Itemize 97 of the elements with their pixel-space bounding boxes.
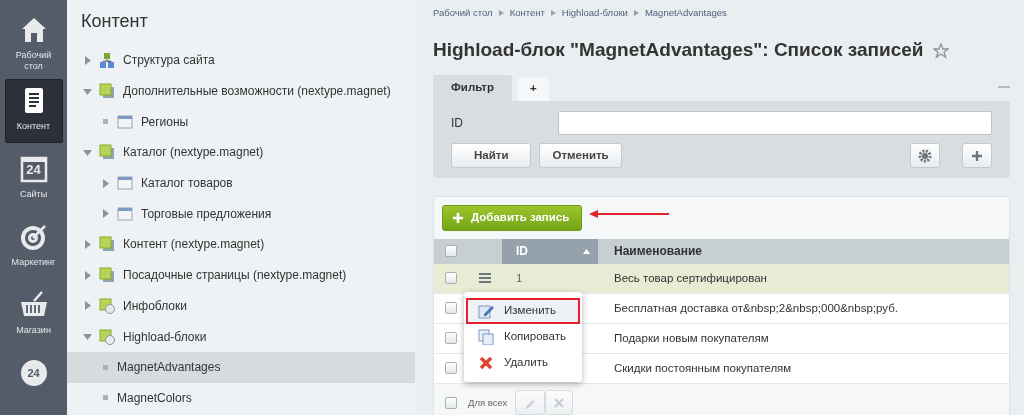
breadcrumb-link[interactable]: Рабочий стол bbox=[433, 6, 493, 21]
settings-button[interactable] bbox=[910, 142, 940, 168]
tree-item[interactable]: Структура сайта bbox=[67, 45, 415, 76]
filter-button[interactable]: Найти bbox=[451, 142, 532, 168]
chevron-icon bbox=[633, 10, 639, 17]
bullet-icon bbox=[101, 362, 110, 372]
nav-item[interactable]: Маркетинг bbox=[4, 215, 63, 279]
tree-item[interactable]: Дополнительные возможности (nextype.magnet) bbox=[67, 75, 415, 107]
tree-item[interactable]: Посадочные страницы (nextype.magnet) bbox=[67, 259, 415, 291]
row-checkbox[interactable] bbox=[445, 332, 457, 345]
menu-item[interactable]: Копировать bbox=[466, 323, 580, 350]
nav-item[interactable]: 24 bbox=[4, 351, 63, 415]
sitemap-icon bbox=[99, 52, 115, 69]
folder-icon bbox=[99, 83, 115, 100]
chevron-icon bbox=[498, 10, 504, 17]
nav-item[interactable]: Контент bbox=[4, 79, 63, 143]
plus-icon bbox=[971, 149, 983, 162]
nav-label: Сайты bbox=[19, 189, 48, 200]
menu-icon bbox=[479, 273, 491, 284]
table-icon bbox=[117, 205, 133, 222]
folder-icon bbox=[99, 267, 115, 284]
sort-arrow-icon bbox=[583, 248, 590, 254]
row-checkbox[interactable] bbox=[445, 302, 457, 315]
breadcrumb-link[interactable]: Контент bbox=[509, 6, 545, 21]
tree-label: Регионы bbox=[141, 113, 189, 131]
breadcrumb-link[interactable]: Highload-блоки bbox=[561, 6, 628, 21]
bullet-icon bbox=[101, 393, 110, 403]
tree-label: Инфоблоки bbox=[123, 297, 187, 315]
folder-icon bbox=[99, 144, 115, 161]
table-cell: Весь товар сертифицирован bbox=[614, 271, 767, 284]
tree-label: Highload-блоки bbox=[123, 328, 207, 346]
footer-label: Для всех bbox=[468, 395, 508, 410]
tree-item[interactable]: MagnetAdvantages bbox=[67, 351, 415, 383]
menu-item[interactable]: Изменить bbox=[466, 297, 580, 324]
tree-item[interactable]: MagnetColors bbox=[67, 382, 415, 414]
nav-item[interactable]: Магазин bbox=[4, 283, 63, 347]
icon-text: 24 bbox=[26, 366, 41, 380]
tree-label: Каталог товаров bbox=[141, 175, 233, 193]
settings-icon bbox=[918, 148, 932, 163]
arrow-icon bbox=[589, 209, 669, 218]
field-label: ID bbox=[451, 114, 464, 132]
nav-item[interactable]: 24 Сайты bbox=[4, 147, 63, 211]
add-filter-button[interactable] bbox=[962, 142, 992, 168]
close-icon bbox=[478, 354, 494, 371]
page-title: Highload-блок "MagnetAdvantages": Список записей bbox=[433, 38, 924, 63]
close-icon bbox=[554, 398, 565, 409]
tree-label: Торговые предложения bbox=[141, 205, 272, 223]
tree-label: MagnetAdvantages bbox=[117, 359, 221, 377]
table-cell: Бесплатная доставка от&nbsp;2&nbsp;000&nbsp;руб. bbox=[614, 301, 898, 314]
table-icon bbox=[117, 175, 133, 192]
bullet-icon bbox=[101, 117, 110, 127]
folder-icon bbox=[99, 328, 115, 345]
star-icon bbox=[933, 42, 950, 59]
tree-item[interactable]: Регионы bbox=[67, 106, 415, 138]
table-cell: Подарки новым покупателям bbox=[614, 331, 769, 344]
tree-item[interactable]: Каталог товаров bbox=[67, 167, 415, 199]
select-all-checkbox[interactable] bbox=[445, 396, 457, 409]
filter-button[interactable]: Отменить bbox=[539, 142, 622, 168]
copy-icon bbox=[478, 328, 494, 345]
row-checkbox[interactable] bbox=[445, 272, 457, 285]
tree-label: Дополнительные возможности (nextype.magnet) bbox=[123, 83, 391, 101]
edit-button[interactable] bbox=[515, 390, 546, 415]
table-row[interactable]: 1 Весь товар сертифицирован bbox=[434, 263, 1009, 294]
tree-label: Посадочные страницы (nextype.magnet) bbox=[123, 267, 347, 285]
sidebar-title: Контент bbox=[80, 10, 149, 33]
tree-item[interactable]: Контент (nextype.magnet) bbox=[67, 229, 415, 260]
row-checkbox[interactable] bbox=[445, 362, 457, 375]
icon-text: 24 bbox=[25, 163, 42, 177]
folder-icon bbox=[99, 236, 115, 253]
select-all-checkbox[interactable] bbox=[445, 245, 457, 258]
tree-item[interactable]: Инфоблоки bbox=[67, 290, 415, 322]
nav-label: Магазин bbox=[16, 325, 51, 336]
filter-tab[interactable]: + bbox=[517, 76, 549, 101]
chevron-icon bbox=[550, 10, 556, 17]
nav-item[interactable]: Рабочий стол bbox=[4, 8, 63, 75]
tree-item[interactable]: Торговые предложения bbox=[67, 198, 415, 230]
tree-label: Структура сайта bbox=[123, 52, 215, 70]
plus-icon bbox=[453, 212, 463, 223]
table-cell: Скидки постоянным покупателям bbox=[614, 361, 792, 374]
table-cell: 1 bbox=[516, 271, 523, 284]
table-icon bbox=[117, 113, 133, 130]
tree-label: Контент (nextype.magnet) bbox=[123, 236, 265, 254]
id-input[interactable] bbox=[558, 110, 992, 135]
folder-icon bbox=[99, 297, 115, 314]
filter-tab[interactable]: Фильтр bbox=[433, 74, 512, 101]
nav-label: Контент bbox=[16, 121, 51, 132]
delete-button[interactable] bbox=[545, 390, 574, 415]
nav-label: Маркетинг bbox=[11, 257, 56, 268]
tree-label: Каталог (nextype.magnet) bbox=[123, 144, 264, 162]
column-header[interactable]: Наименование bbox=[598, 238, 703, 264]
tree-label: MagnetColors bbox=[117, 389, 192, 407]
pencil-icon bbox=[524, 397, 537, 410]
pencil-icon bbox=[478, 302, 494, 319]
breadcrumb-link[interactable]: MagnetAdvantages bbox=[644, 6, 727, 21]
tree-item[interactable]: Каталог (nextype.magnet) bbox=[67, 137, 415, 168]
nav-label: Рабочий стол bbox=[14, 50, 53, 72]
tree-item[interactable]: Highload-блоки bbox=[67, 321, 415, 352]
